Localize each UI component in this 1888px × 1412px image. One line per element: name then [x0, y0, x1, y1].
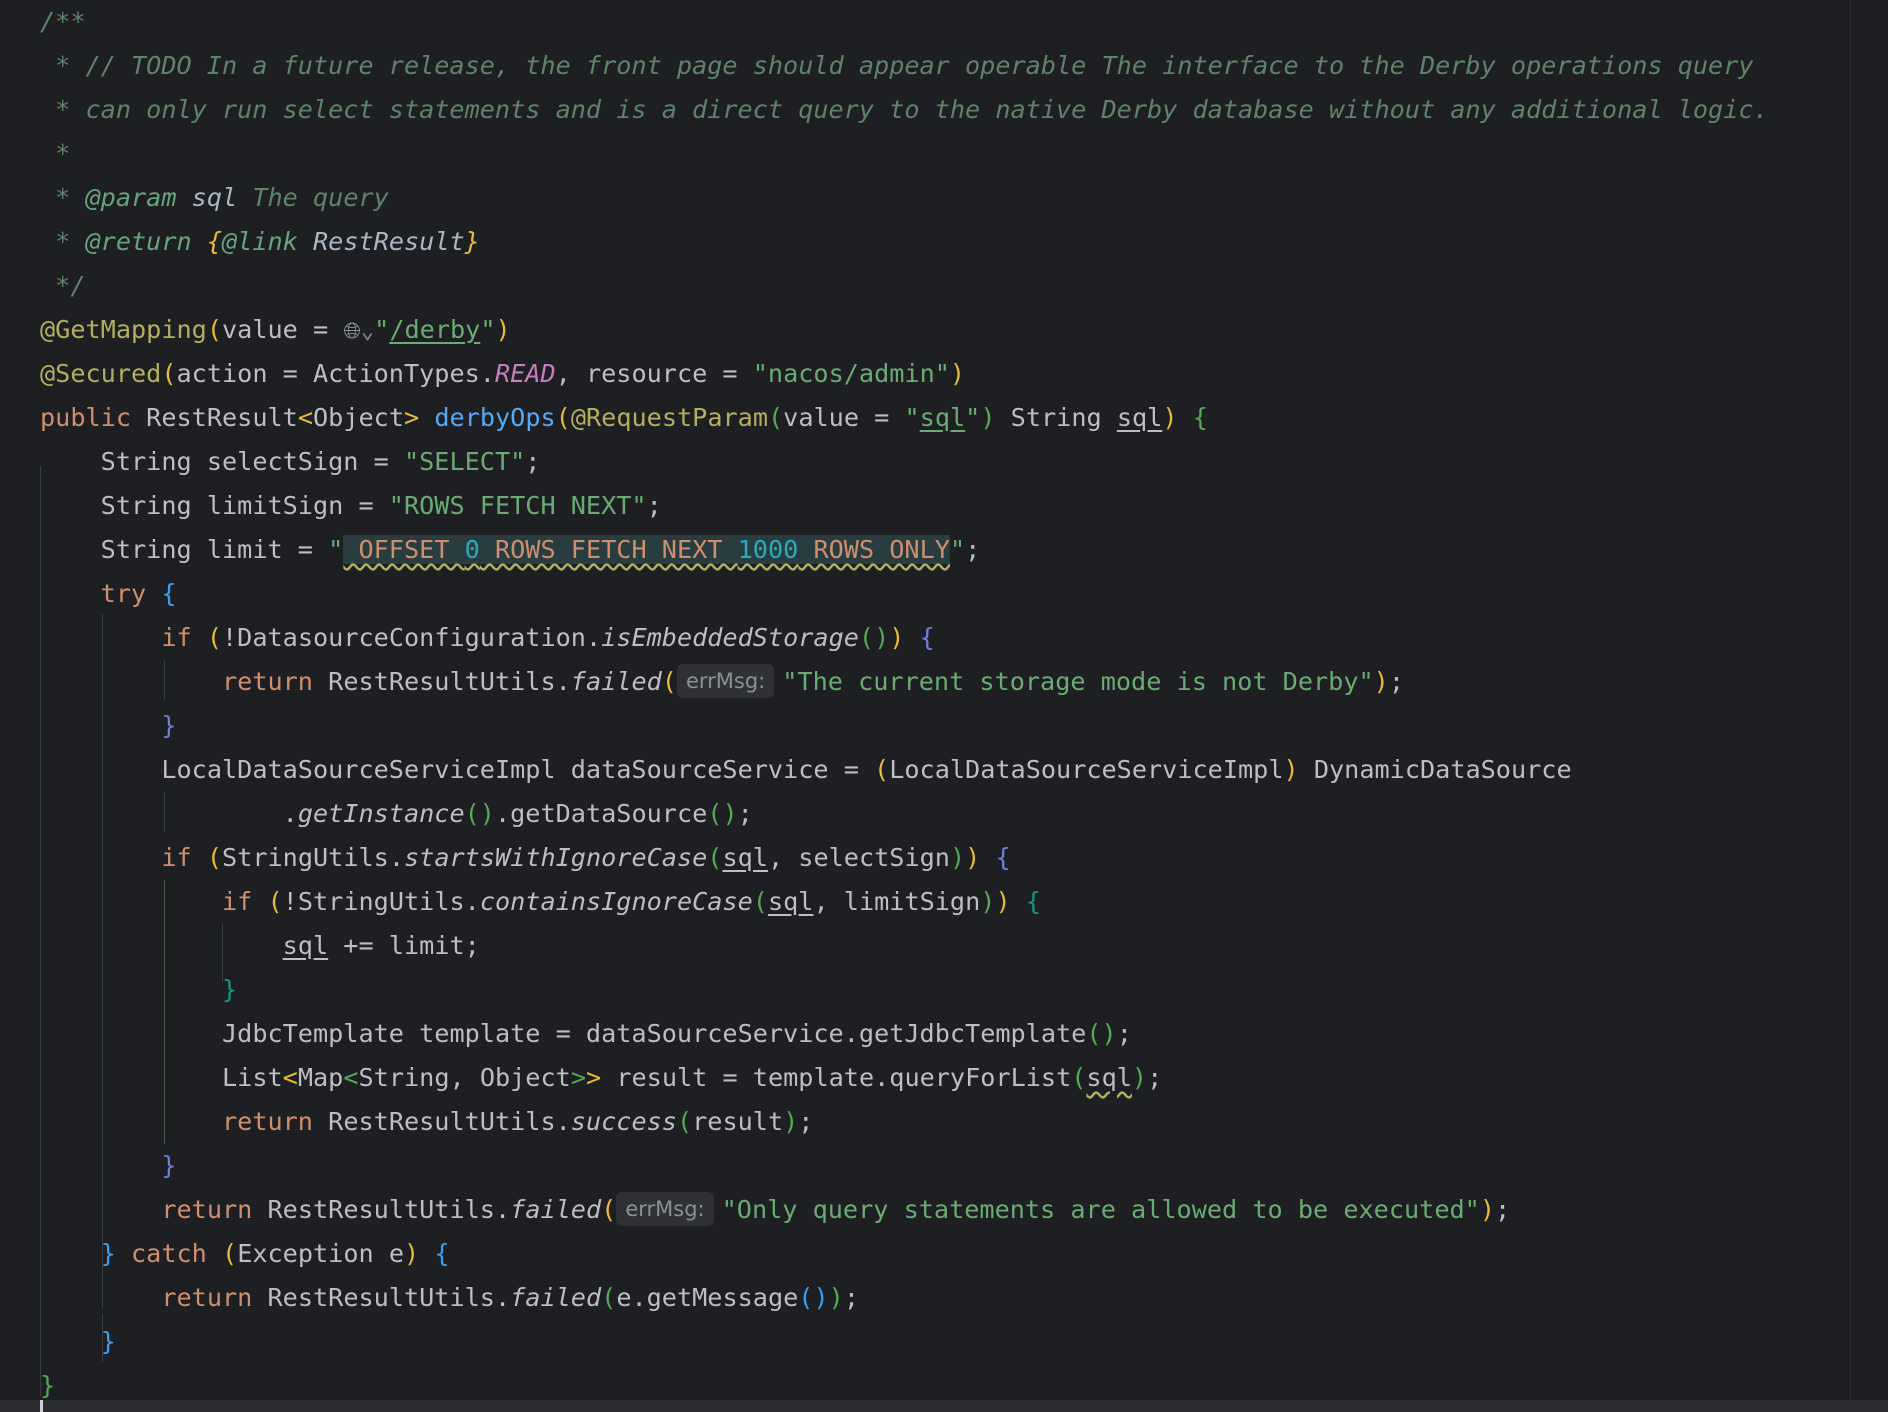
if-embedded-line: if (!DatasourceConfiguration.isEmbeddedS… [161, 623, 935, 652]
doc-comment-close: */ [40, 271, 86, 300]
text-caret [40, 1400, 43, 1412]
globe-icon[interactable]: 🌐︎⌄ [343, 319, 374, 344]
close-brace: } [100, 1327, 116, 1356]
jdbc-template-line: JdbcTemplate template = dataSourceServic… [221, 1019, 1132, 1048]
datasource-cont-line: .getInstance().getDataSource(); [282, 799, 753, 828]
doc-comment-todo-cont: * can only run select statements and is … [40, 95, 1769, 124]
param-hint: errMsg: [676, 664, 775, 698]
limit-line: String limit = " OFFSET 0 ROWS FETCH NEX… [100, 535, 981, 564]
return-success-line: return RestResultUtils.success(result); [221, 1107, 814, 1136]
doc-comment-blank: * [40, 139, 71, 168]
endpoint-link[interactable]: /derby [389, 315, 480, 344]
query-result-line: List<Map<String, Object>> result = templ… [221, 1063, 1163, 1092]
doc-comment-param: * @param sql The query [40, 183, 389, 212]
close-brace: } [161, 1151, 177, 1180]
close-brace: } [221, 975, 238, 1004]
doc-comment-open: /** [40, 7, 86, 36]
doc-comment-todo: * // TODO In a future release, the front… [40, 51, 1754, 80]
catch-line: } catch (Exception e) { [100, 1239, 450, 1268]
right-margin-divider [1850, 0, 1851, 1412]
try-line: try { [100, 579, 177, 608]
method-signature: public RestResult<Object> derbyOps(@Requ… [40, 403, 1208, 432]
select-sign-line: String selectSign = "SELECT"; [100, 447, 541, 476]
close-brace: } [161, 711, 177, 740]
param-hint: errMsg: [616, 1192, 714, 1226]
get-mapping-annotation: @GetMapping(value = 🌐︎⌄"/derby") [40, 315, 511, 344]
return-only-query-line: return RestResultUtils.failed(errMsg: "On… [40, 1188, 1510, 1232]
horizontal-scrollbar[interactable] [0, 1400, 1888, 1412]
sql-string-highlight[interactable]: OFFSET 0 ROWS FETCH NEXT 1000 ROWS ONLY [343, 535, 950, 564]
code-editor[interactable]: /** * // TODO In a future release, the f… [0, 0, 1888, 1412]
return-message-line: return RestResultUtils.failed(e.getMessa… [161, 1283, 859, 1312]
append-limit-line: sql += limit; [282, 931, 480, 960]
if-limit-line: if (!StringUtils.containsIgnoreCase(sql,… [221, 887, 1041, 916]
if-select-line: if (StringUtils.startsWithIgnoreCase(sql… [161, 843, 1011, 872]
datasource-line: LocalDataSourceServiceImpl dataSourceSer… [161, 755, 1572, 784]
secured-annotation: @Secured(action = ActionTypes.READ, reso… [40, 359, 966, 388]
return-not-derby-line: return RestResultUtils.failed(errMsg: "Th… [40, 660, 1404, 704]
limit-sign-line: String limitSign = "ROWS FETCH NEXT"; [100, 491, 662, 520]
doc-comment-return: * @return {@link RestResult} [40, 227, 480, 256]
